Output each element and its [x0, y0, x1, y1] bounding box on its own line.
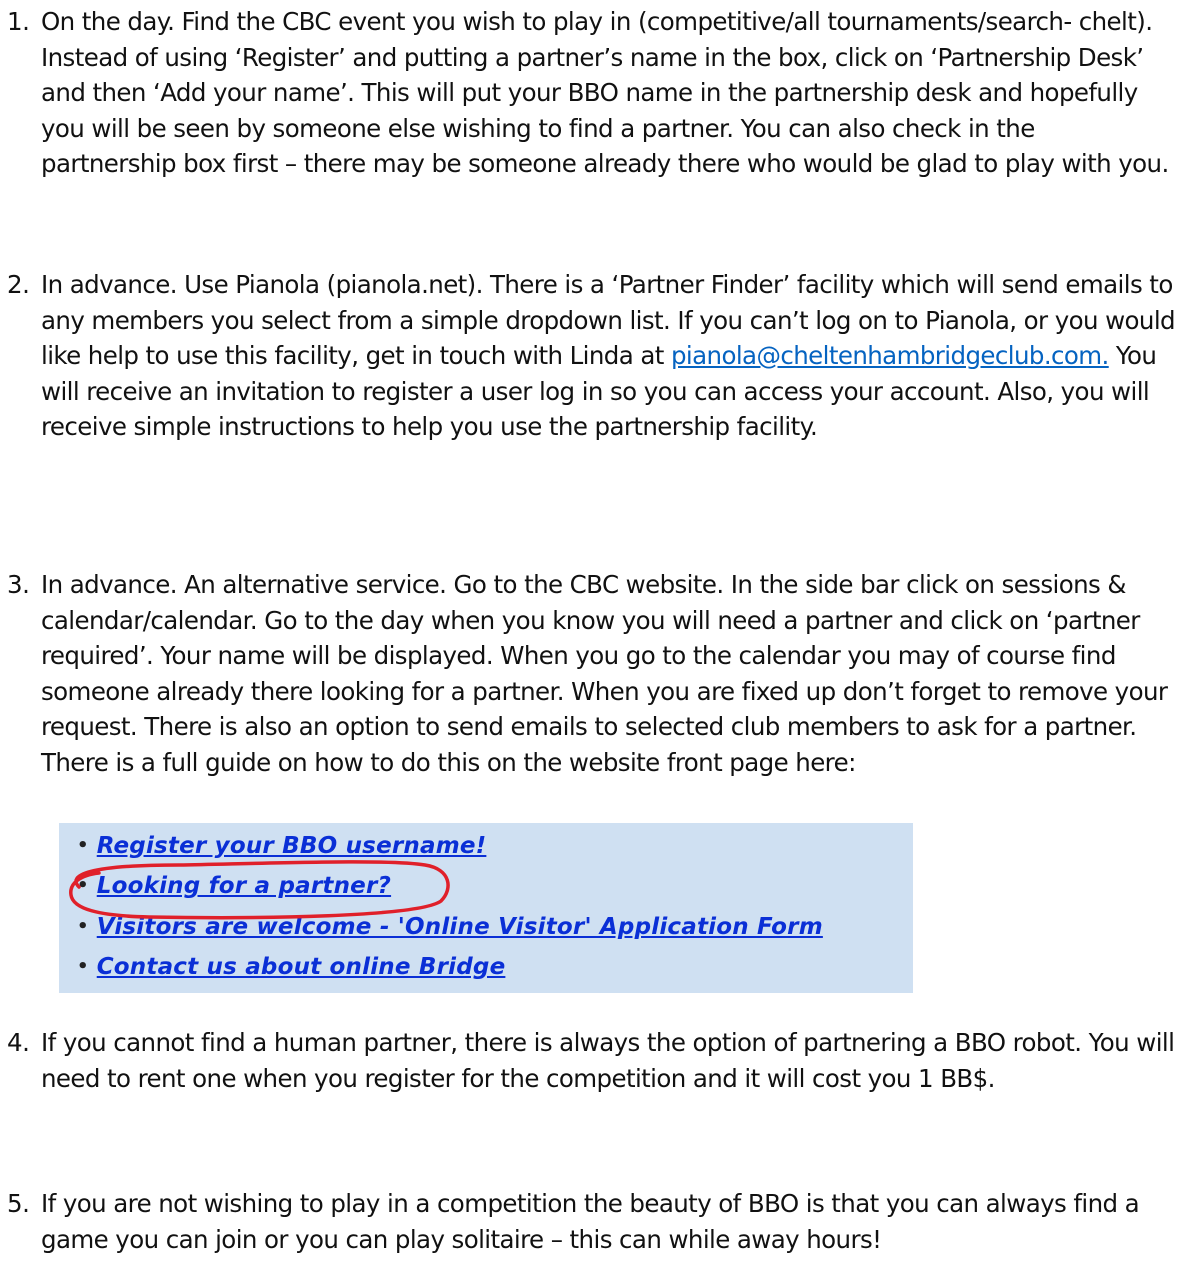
- list-number: 4.: [7, 1028, 30, 1057]
- website-snippet-image: • Register your BBO username! • Looking fo…: [59, 823, 913, 993]
- bullet-icon: •: [77, 956, 89, 977]
- list-item-text: If you are not wishing to play in a comp…: [41, 1189, 1140, 1254]
- list-number: 5.: [7, 1189, 30, 1218]
- website-link-register-bbo[interactable]: • Register your BBO username!: [77, 833, 486, 859]
- website-link-contact-us[interactable]: • Contact us about online Bridge: [77, 954, 505, 980]
- website-link-looking-for-partner[interactable]: • Looking for a partner?: [77, 873, 391, 899]
- list-number: 2.: [7, 270, 30, 299]
- cropped-text-fragment: [139, 823, 399, 829]
- list-item-text: In advance. An alternative service. Go t…: [41, 570, 1168, 777]
- bullet-icon: •: [77, 875, 89, 896]
- list-number: 3.: [7, 570, 30, 599]
- document-page: 1. On the day. Find the CBC event you wi…: [0, 0, 1178, 1262]
- list-number: 1.: [7, 7, 30, 36]
- website-link-visitors-welcome[interactable]: • Visitors are welcome - 'Online Visitor'…: [77, 914, 823, 940]
- email-link[interactable]: pianola@cheltenhambridgeclub.com.: [671, 341, 1109, 370]
- bullet-icon: •: [77, 916, 89, 937]
- list-item-text: If you cannot find a human partner, ther…: [41, 1028, 1175, 1093]
- bullet-icon: •: [77, 835, 89, 856]
- list-item-text: On the day. Find the CBC event you wish …: [41, 7, 1169, 178]
- list-item-text: In advance. Use Pianola (pianola.net). T…: [41, 267, 1176, 445]
